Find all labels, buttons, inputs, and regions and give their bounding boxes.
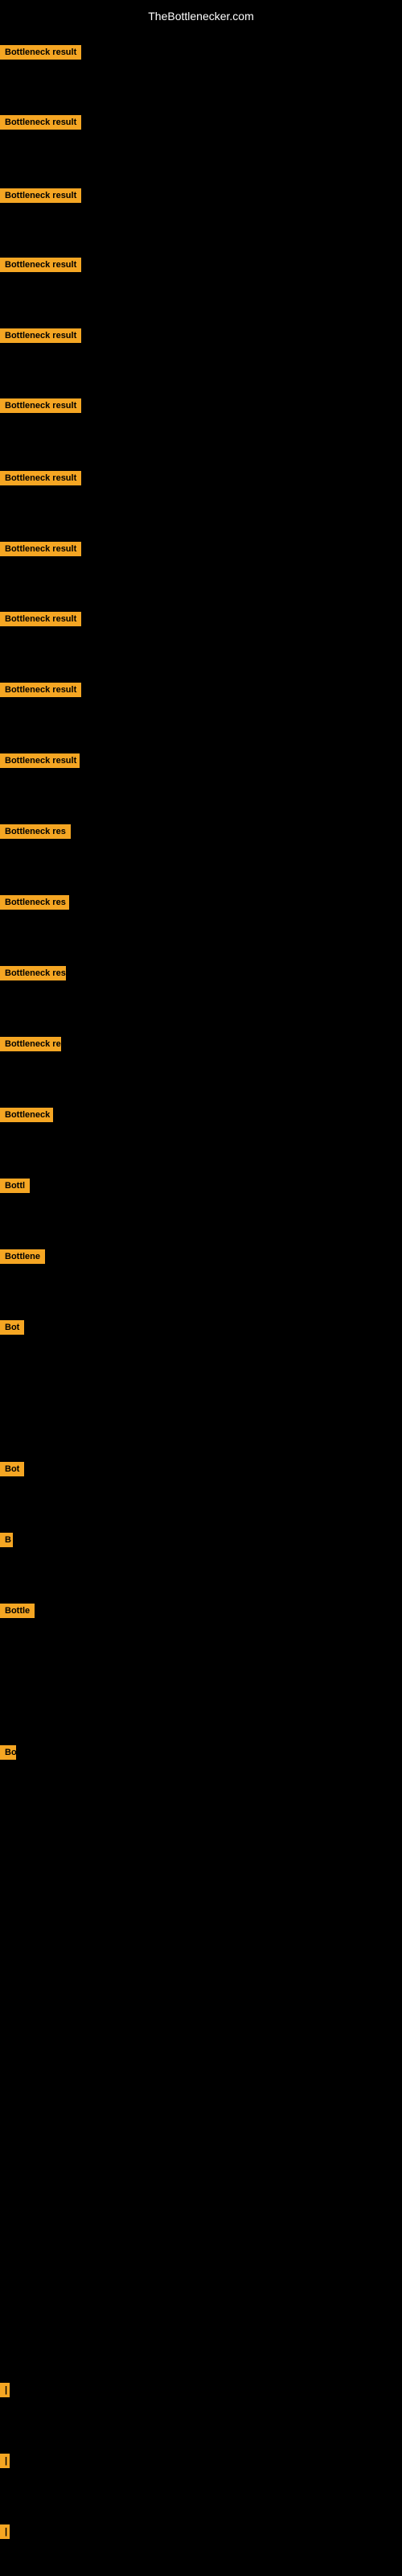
bottleneck-badge-21[interactable]: Bottle	[0, 1604, 35, 1622]
bottleneck-badge-label-7: Bottleneck result	[0, 542, 81, 556]
bottleneck-badge-8[interactable]: Bottleneck result	[0, 612, 81, 630]
bottleneck-badge-label-12: Bottleneck res	[0, 895, 69, 910]
bottleneck-badge-label-8: Bottleneck result	[0, 612, 81, 626]
bottleneck-badge-1[interactable]: Bottleneck result	[0, 115, 81, 134]
bottleneck-badge-23[interactable]: |	[0, 2383, 6, 2401]
bottleneck-badge-label-23: |	[0, 2383, 10, 2397]
bottleneck-badge-label-5: Bottleneck result	[0, 398, 81, 413]
bottleneck-badge-label-19: Bot	[0, 1462, 24, 1476]
bottleneck-badge-label-15: Bottleneck	[0, 1108, 53, 1122]
bottleneck-badge-4[interactable]: Bottleneck result	[0, 328, 81, 347]
bottleneck-badge-label-25: |	[0, 2524, 10, 2539]
bottleneck-badge-25[interactable]: |	[0, 2524, 6, 2543]
site-title: TheBottlenecker.com	[0, 3, 402, 29]
bottleneck-badge-label-11: Bottleneck res	[0, 824, 71, 839]
bottleneck-badge-label-24: |	[0, 2454, 10, 2468]
bottleneck-badge-20[interactable]: B	[0, 1533, 13, 1551]
bottleneck-badge-label-0: Bottleneck result	[0, 45, 81, 60]
bottleneck-badge-label-18: Bot	[0, 1320, 24, 1335]
bottleneck-badge-label-2: Bottleneck result	[0, 188, 81, 203]
bottleneck-badge-7[interactable]: Bottleneck result	[0, 542, 81, 560]
bottleneck-badge-label-13: Bottleneck res	[0, 966, 66, 980]
bottleneck-badge-0[interactable]: Bottleneck result	[0, 45, 81, 64]
bottleneck-badge-19[interactable]: Bot	[0, 1462, 24, 1480]
bottleneck-badge-16[interactable]: Bottl	[0, 1179, 30, 1197]
bottleneck-badge-5[interactable]: Bottleneck result	[0, 398, 81, 417]
bottleneck-badge-label-3: Bottleneck result	[0, 258, 81, 272]
bottleneck-badge-14[interactable]: Bottleneck re	[0, 1037, 61, 1055]
bottleneck-badge-12[interactable]: Bottleneck res	[0, 895, 69, 914]
bottleneck-badge-2[interactable]: Bottleneck result	[0, 188, 81, 207]
bottleneck-badge-label-9: Bottleneck result	[0, 683, 81, 697]
bottleneck-badge-label-21: Bottle	[0, 1604, 35, 1618]
bottleneck-badge-label-20: B	[0, 1533, 13, 1547]
bottleneck-badge-label-17: Bottlene	[0, 1249, 45, 1264]
bottleneck-badge-label-4: Bottleneck result	[0, 328, 81, 343]
bottleneck-badge-22[interactable]: Bo	[0, 1745, 16, 1764]
bottleneck-badge-label-16: Bottl	[0, 1179, 30, 1193]
bottleneck-badge-label-22: Bo	[0, 1745, 16, 1760]
bottleneck-badge-15[interactable]: Bottleneck	[0, 1108, 53, 1126]
bottleneck-badge-label-10: Bottleneck result	[0, 753, 80, 768]
bottleneck-badge-6[interactable]: Bottleneck result	[0, 471, 81, 489]
bottleneck-badge-24[interactable]: |	[0, 2454, 6, 2472]
bottleneck-badge-13[interactable]: Bottleneck res	[0, 966, 66, 985]
bottleneck-badge-17[interactable]: Bottlene	[0, 1249, 45, 1268]
bottleneck-badge-label-1: Bottleneck result	[0, 115, 81, 130]
bottleneck-badge-label-14: Bottleneck re	[0, 1037, 61, 1051]
bottleneck-badge-9[interactable]: Bottleneck result	[0, 683, 81, 701]
bottleneck-badge-18[interactable]: Bot	[0, 1320, 24, 1339]
bottleneck-badge-label-6: Bottleneck result	[0, 471, 81, 485]
bottleneck-badge-11[interactable]: Bottleneck res	[0, 824, 71, 843]
bottleneck-badge-3[interactable]: Bottleneck result	[0, 258, 81, 276]
bottleneck-badge-10[interactable]: Bottleneck result	[0, 753, 80, 772]
